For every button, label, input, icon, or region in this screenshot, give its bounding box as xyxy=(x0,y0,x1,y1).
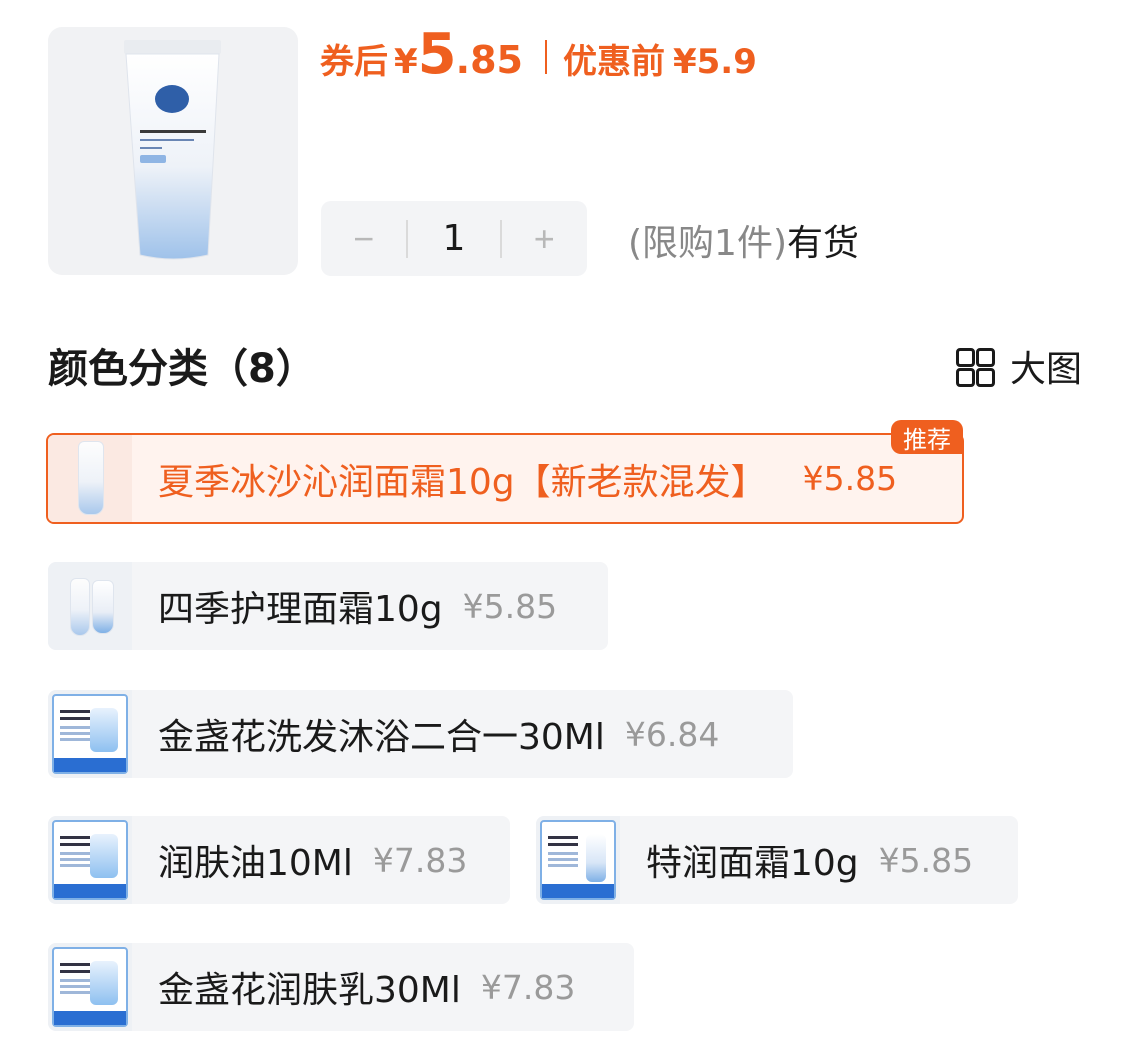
purchase-limit: (限购1件)有货 xyxy=(628,214,859,266)
variant-option[interactable]: 特润面霜10g ¥5.85 xyxy=(536,816,1018,904)
variant-name: 润肤油10Ml xyxy=(158,843,353,884)
stock-status: 有货 xyxy=(787,223,860,264)
variant-option[interactable]: 四季护理面霜10g ¥5.85 xyxy=(48,562,608,650)
variant-thumbnail xyxy=(48,943,132,1031)
variant-price: ¥5.85 xyxy=(462,586,558,626)
variant-thumbnail xyxy=(48,690,132,778)
before-discount-label: 优惠前 xyxy=(562,42,665,82)
variant-option[interactable]: 金盏花润肤乳30Ml ¥7.83 xyxy=(48,943,634,1031)
variant-name: 夏季冰沙沁润面霜10g【新老款混发】 xyxy=(158,461,767,503)
variants-title: 颜色分类（8） xyxy=(48,346,316,392)
quantity-value[interactable]: 1 xyxy=(408,218,499,259)
variant-price: ¥7.83 xyxy=(372,840,468,880)
variant-name: 四季护理面霜10g xyxy=(158,589,443,630)
variant-price: ¥5.85 xyxy=(802,459,898,498)
limit-text: (限购1件) xyxy=(628,223,787,264)
variant-price: ¥6.84 xyxy=(624,714,720,754)
large-image-toggle[interactable]: 大图 xyxy=(956,340,1082,392)
after-coupon-price-int: 5 xyxy=(417,22,457,87)
product-tube-image xyxy=(124,40,221,260)
variant-option[interactable]: 金盏花洗发沐浴二合一30Ml ¥6.84 xyxy=(48,690,793,778)
variant-option[interactable]: 夏季冰沙沁润面霜10g【新老款混发】 ¥5.85 xyxy=(46,433,964,524)
variant-name: 特润面霜10g xyxy=(646,843,859,884)
variant-thumbnail xyxy=(48,435,132,522)
variant-price: ¥5.85 xyxy=(878,840,974,880)
price-row: 券后 ¥ 5 .85 优惠前 ¥5.9 xyxy=(320,22,757,92)
variant-price: ¥7.83 xyxy=(480,967,576,1007)
before-discount-price: ¥5.9 xyxy=(672,42,757,82)
product-image[interactable] xyxy=(48,27,298,275)
large-image-label: 大图 xyxy=(1010,349,1083,390)
variant-thumbnail xyxy=(48,562,132,650)
price-divider xyxy=(544,40,547,74)
recommend-badge: 推荐 xyxy=(891,420,963,454)
after-coupon-label: 券后 xyxy=(320,42,388,82)
variant-option[interactable]: 润肤油10Ml ¥7.83 xyxy=(48,816,510,904)
after-coupon-price-dec: .85 xyxy=(455,38,523,82)
variant-name: 金盏花洗发沐浴二合一30Ml xyxy=(158,717,605,758)
variant-name: 金盏花润肤乳30Ml xyxy=(158,970,461,1011)
variant-thumbnail xyxy=(536,816,620,904)
grid-icon xyxy=(956,348,995,387)
decrement-button[interactable]: − xyxy=(321,218,406,260)
increment-button[interactable]: + xyxy=(502,218,587,260)
currency-symbol: ¥ xyxy=(394,42,418,82)
variant-thumbnail xyxy=(48,816,132,904)
quantity-stepper: − 1 + xyxy=(321,201,587,276)
